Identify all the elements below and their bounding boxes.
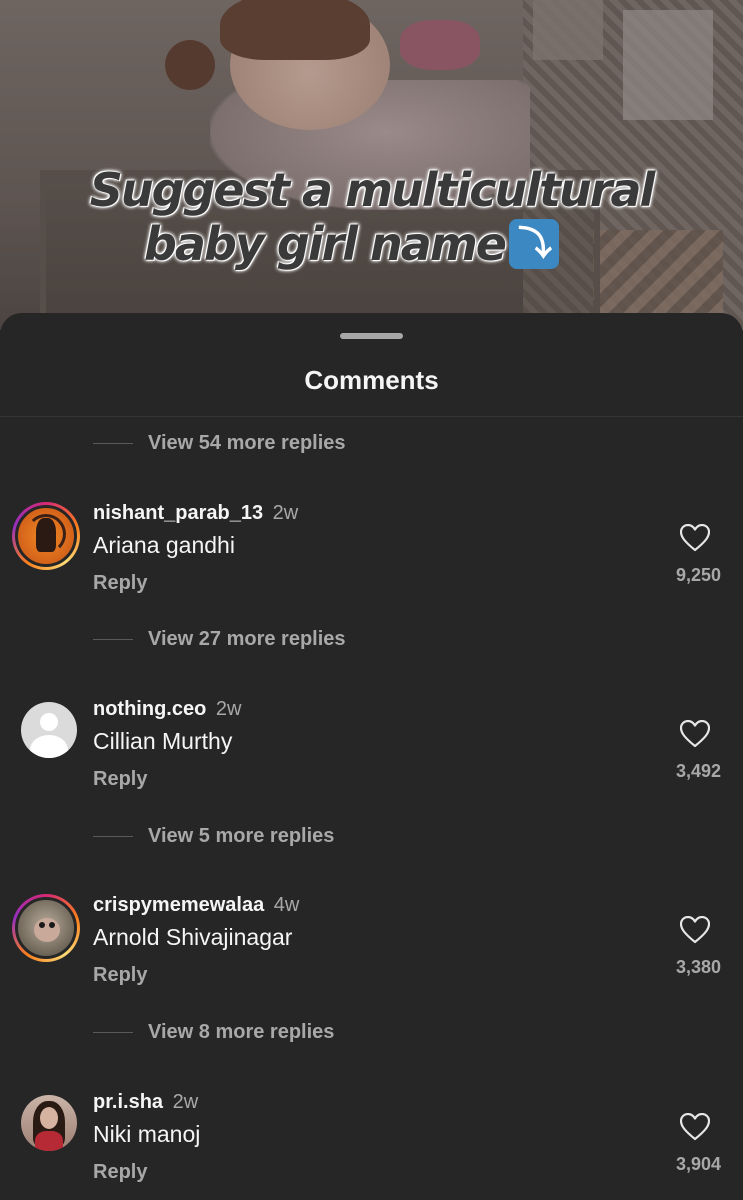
view-replies-label: View 27 more replies [148,627,346,650]
monkey-eye [49,922,55,928]
comment-text: Ariana gandhi [93,532,235,558]
reel-caption-text: baby girl name [144,217,507,271]
avatar-dress [35,1131,63,1151]
replies-line [93,1031,133,1033]
comment-text: Cillian Murthy [93,728,233,754]
avatar[interactable] [12,502,80,570]
comment-header: nothing.ceo 2w [93,696,241,722]
baby-bow [400,20,480,70]
reply-button[interactable]: Reply [93,768,147,791]
comment-username[interactable]: pr.i.sha [93,1091,163,1113]
archer-avatar-image [15,505,77,567]
reel-caption-line-2: baby girl name ⤵ [0,218,723,273]
reel-video-background[interactable]: Suggest a multicultural baby girl name ⤵ [0,0,743,330]
reply-button[interactable]: Reply [93,1161,147,1184]
comment-username[interactable]: nothing.ceo [93,698,206,720]
comment-item: nishant_parab_13 2w Ariana gandhi Reply … [0,500,743,620]
comment-time: 4w [273,894,300,916]
reply-button[interactable]: Reply [93,964,147,987]
comment-text: Arnold Shivajinagar [93,924,293,950]
comment-header: crispymemewalaa 4w [93,892,299,918]
heart-icon[interactable] [680,524,710,552]
baby-hair [220,0,370,60]
avatar[interactable] [12,894,80,962]
comment-time: 2w [272,502,299,524]
like-count: 3,904 [675,1154,721,1174]
view-replies-label: View 8 more replies [148,1020,335,1043]
archer-figure [36,518,56,552]
monkey-avatar-image [15,897,77,959]
comment-time: 2w [215,698,242,720]
heart-icon[interactable] [680,720,710,748]
comment-header: pr.i.sha 2w [93,1089,198,1115]
monkey-face [34,918,60,942]
comment-header: nishant_parab_13 2w [93,500,298,526]
sheet-title: Comments [304,365,439,395]
baby-ponytail [165,40,215,90]
comment-username[interactable]: nishant_parab_13 [93,502,263,524]
selfie-avatar[interactable] [21,1095,77,1151]
avatar-head-shape [40,713,58,731]
view-replies-label: View 54 more replies [148,431,346,454]
reel-caption-line-1: Suggest a multicultural [89,163,656,217]
divider [0,416,743,417]
view-more-replies[interactable]: View 8 more replies [93,1017,334,1047]
view-more-replies[interactable]: View 27 more replies [93,624,346,654]
comment-time: 2w [172,1091,199,1113]
like-count: 3,380 [675,957,721,977]
arrow-down-right-emoji-icon: ⤵ [508,218,559,269]
comments-sheet: Comments View 54 more replies nishant_pa… [0,313,743,1200]
avatar-body-shape [30,735,68,758]
comment-item: pr.i.sha 2w Niki manoj Reply 3,904 [0,1089,743,1200]
monkey-eye [39,922,45,928]
avatar-face [40,1107,58,1129]
wall-panel [623,10,713,120]
heart-icon[interactable] [680,1113,710,1141]
replies-line [93,835,133,837]
comment-username[interactable]: crispymemewalaa [93,894,264,916]
reply-button[interactable]: Reply [93,572,147,595]
comment-text: Niki manoj [93,1121,201,1147]
replies-line [93,638,133,640]
view-more-replies[interactable]: View 5 more replies [93,821,334,851]
default-avatar[interactable] [21,702,77,758]
sheet-drag-handle[interactable] [340,333,403,339]
view-replies-label: View 5 more replies [148,824,335,847]
comment-item: crispymemewalaa 4w Arnold Shivajinagar R… [0,892,743,1012]
heart-icon[interactable] [680,916,710,944]
comment-item: nothing.ceo 2w Cillian Murthy Reply 3,49… [0,696,743,816]
wall-panel [533,0,603,60]
replies-line [93,442,133,444]
view-more-replies[interactable]: View 54 more replies [93,428,346,458]
like-count: 9,250 [675,565,721,585]
like-count: 3,492 [675,761,721,781]
